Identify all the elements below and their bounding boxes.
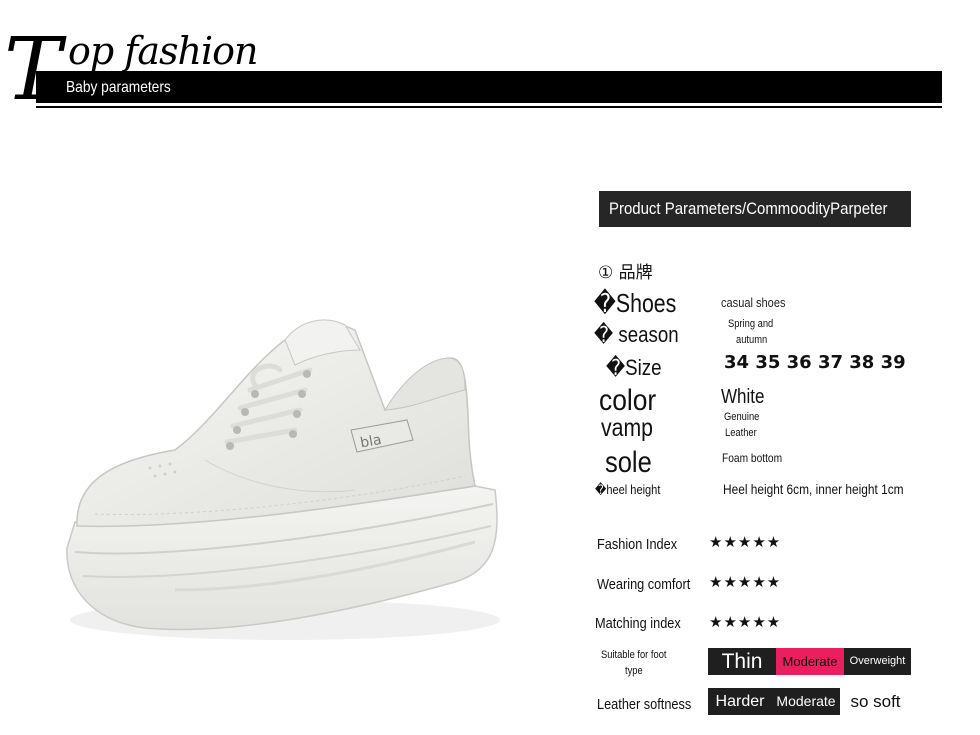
header-black-bar <box>36 71 942 103</box>
color-value: White <box>721 386 765 408</box>
sole-value: Foam bottom <box>722 451 783 465</box>
brand-label: ① 品牌 <box>598 263 653 283</box>
rating-label-comfort: Wearing comfort <box>597 576 691 593</box>
rating-stars-comfort: ★★★★★ <box>709 574 782 591</box>
vamp-value-line2: Leather <box>725 427 757 439</box>
softness-label: Leather softness <box>597 696 692 713</box>
softness-scale: Harder Moderate so soft <box>708 688 911 715</box>
size-label: �Size <box>606 355 662 380</box>
size-value: 34 35 36 37 38 39 <box>724 352 906 373</box>
heel-height-label: �heel height <box>595 482 661 497</box>
header-title-initial: T <box>4 20 62 120</box>
parameters-banner-title: Product Parameters/CommoodityParpeter <box>609 199 888 218</box>
season-value-line2: autumn <box>736 334 768 346</box>
foot-type-scale: Thin Moderate Overweight <box>708 648 911 675</box>
rating-label-fashion: Fashion Index <box>597 536 678 553</box>
header-title: op fashion <box>68 29 258 73</box>
season-label: � season <box>594 322 679 347</box>
softness-option-moderate: Moderate <box>776 693 836 709</box>
foot-type-option-thin: Thin <box>721 650 763 673</box>
season-value-line1: Spring and <box>728 318 774 330</box>
foot-type-label-line2: type <box>625 665 643 677</box>
foot-type-label-line1: Suitable for foot <box>601 649 667 661</box>
vamp-label: vamp <box>601 414 653 442</box>
foot-type-option-overweight: Overweight <box>849 655 906 667</box>
vamp-value-line1: Genuine <box>724 411 760 423</box>
shoes-label: �Shoes <box>594 288 677 318</box>
shoes-value: casual shoes <box>721 295 786 310</box>
rating-stars-matching: ★★★★★ <box>709 614 782 631</box>
rating-label-matching: Matching index <box>595 615 681 632</box>
foot-type-option-moderate: Moderate <box>776 648 844 675</box>
header-subtitle: Baby parameters <box>66 79 171 96</box>
softness-option-so-soft: so soft <box>840 688 911 715</box>
rating-stars-fashion: ★★★★★ <box>709 534 782 551</box>
softness-option-harder: Harder <box>715 693 765 710</box>
sneaker-image: bla <box>66 319 500 640</box>
sole-label: sole <box>605 446 652 479</box>
heel-height-value: Heel height 6cm, inner height 1cm <box>723 481 904 497</box>
color-label: color <box>599 384 657 417</box>
header-underline <box>36 106 942 108</box>
